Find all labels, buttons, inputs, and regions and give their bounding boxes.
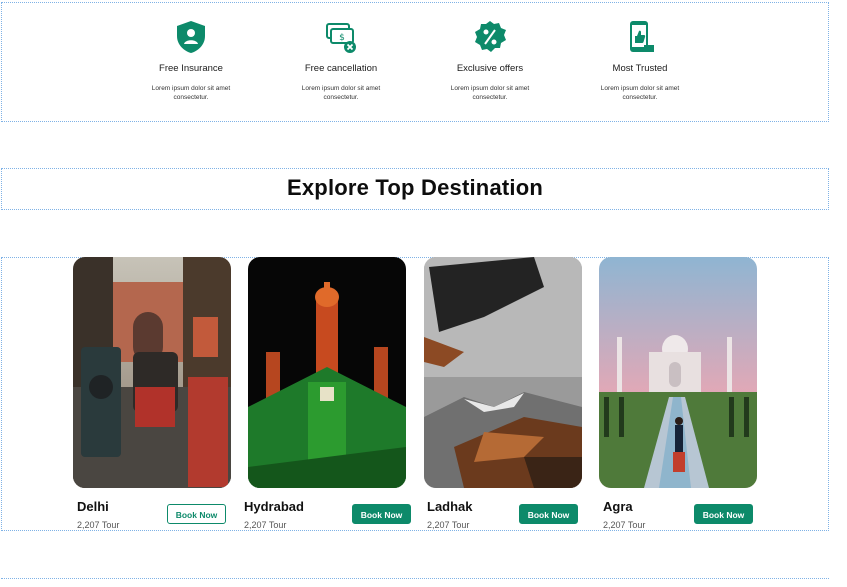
book-now-button[interactable]: Book Now [167, 504, 226, 524]
feature-description: Lorem ipsum dolor sit amet consectetur. [450, 85, 530, 101]
features-section: Free Insurance Lorem ipsum dolor sit ame… [1, 2, 829, 122]
destination-tour-count: 2,207 Tour [427, 520, 470, 530]
destination-name: Agra [603, 499, 633, 514]
destination-photo [73, 257, 231, 488]
destination-tour-count: 2,207 Tour [77, 520, 120, 530]
feature-description: Lorem ipsum dolor sit amet consectetur. [600, 85, 680, 101]
money-cancel-icon: $ [326, 23, 356, 53]
destination-name: Ladhak [427, 499, 473, 514]
phone-thumbs-up-icon [630, 21, 654, 52]
shield-person-icon [177, 21, 205, 53]
destination-photo [599, 257, 757, 488]
section-title: Explore Top Destination [287, 175, 543, 200]
destination-photo [248, 257, 406, 488]
destination-card-hydrabad[interactable]: Hydrabad 2,207 Tour Book Now [244, 257, 411, 530]
feature-exclusive-offers: Exclusive offers Lorem ipsum dolor sit a… [415, 19, 565, 102]
feature-title: Free Insurance [159, 63, 223, 74]
next-section-divider [1, 578, 829, 579]
feature-title: Free cancellation [304, 63, 378, 74]
destination-card-agra[interactable]: Agra 2,207 Tour Book Now [599, 257, 757, 530]
feature-most-trusted: Most Trusted Lorem ipsum dolor sit amet … [565, 19, 715, 102]
svg-text:$: $ [339, 33, 345, 43]
book-now-button[interactable]: Book Now [694, 504, 753, 524]
feature-title: Most Trusted [612, 63, 668, 74]
destination-name: Delhi [77, 499, 109, 514]
destination-card-delhi[interactable]: Delhi 2,207 Tour Book Now [73, 257, 231, 530]
destination-photo [424, 257, 582, 488]
destination-tour-count: 2,207 Tour [603, 520, 646, 530]
feature-free-cancellation: $ Free cancellation Lorem ipsum dolor si… [266, 19, 416, 102]
heading-section: Explore Top Destination [1, 168, 829, 210]
destination-tour-count: 2,207 Tour [244, 520, 287, 530]
destination-card-ladhak[interactable]: Ladhak 2,207 Tour Book Now [424, 257, 582, 530]
feature-free-insurance: Free Insurance Lorem ipsum dolor sit ame… [116, 19, 266, 102]
feature-title: Exclusive offers [456, 63, 524, 74]
book-now-button[interactable]: Book Now [519, 504, 578, 524]
book-now-button[interactable]: Book Now [352, 504, 411, 524]
feature-description: Lorem ipsum dolor sit amet consectetur. [301, 85, 381, 101]
percent-badge-icon [475, 21, 506, 52]
destination-name: Hydrabad [244, 499, 304, 514]
feature-description: Lorem ipsum dolor sit amet consectetur. [151, 85, 231, 101]
